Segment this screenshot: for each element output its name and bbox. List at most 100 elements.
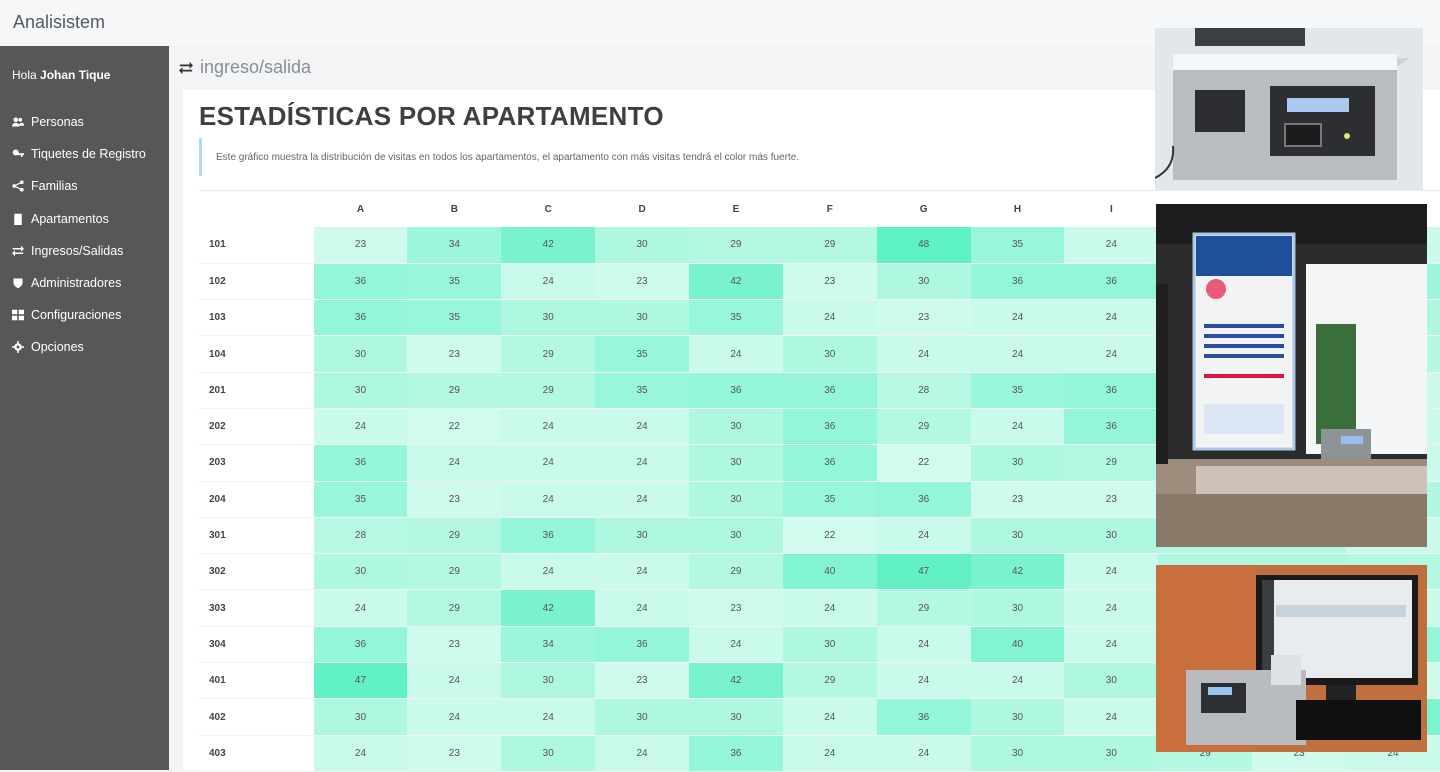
heatmap-cell: 40: [970, 626, 1065, 664]
heatmap-cell: 30: [782, 335, 877, 373]
heatmap-cell: 36: [1064, 408, 1159, 446]
heatmap-cell: 24: [595, 553, 689, 591]
sidebar: Hola Johan Tique Personas Tiquetes de Re…: [0, 46, 169, 770]
heatmap-cell: 35: [782, 481, 877, 518]
heatmap-cell: 24: [970, 299, 1065, 337]
heatmap-cell: 23: [689, 589, 783, 627]
app-title: Analisistem: [13, 12, 106, 32]
device-photo: [1155, 28, 1423, 190]
sidebar-item-administradores[interactable]: Administradores: [0, 267, 169, 299]
heatmap-cell: 24: [595, 589, 689, 627]
heatmap-cell: 30: [595, 299, 689, 337]
sidebar-item-apartamentos[interactable]: Apartamentos: [0, 203, 169, 235]
sidebar-item-ingresos-salidas[interactable]: Ingresos/Salidas: [0, 235, 169, 267]
heatmap-cell: 24: [970, 335, 1065, 373]
heatmap-row-label: 302: [199, 553, 314, 591]
heatmap-cell: 23: [1064, 481, 1159, 518]
heatmap-cell: 30: [313, 698, 408, 736]
heatmap-row-label: 204: [199, 481, 314, 518]
shield-icon: [11, 277, 25, 289]
heatmap-cell: 24: [876, 517, 971, 555]
heatmap-cell: 24: [501, 408, 596, 446]
sidebar-item-personas[interactable]: Personas: [0, 106, 169, 138]
heatmap-cell: 36: [782, 444, 877, 482]
heatmap-cell: 34: [407, 227, 502, 264]
building-icon: [11, 213, 25, 225]
gear-icon: [11, 341, 25, 354]
heatmap-column-header: G: [919, 203, 928, 215]
breadcrumb: ingreso/salida: [177, 57, 311, 78]
heatmap-cell: 24: [1064, 299, 1159, 337]
heatmap-row-label: 403: [199, 735, 314, 772]
heatmap-cell: 35: [313, 481, 408, 518]
heatmap-cell: 24: [501, 263, 596, 301]
greeting-prefix: Hola: [12, 68, 37, 82]
heatmap-cell: 24: [876, 735, 971, 772]
heatmap-row-label: 303: [199, 589, 314, 627]
heatmap-cell: 28: [876, 372, 971, 409]
heatmap-cell: 24: [876, 626, 971, 664]
heatmap-cell: 24: [313, 735, 408, 772]
sidebar-item-configuraciones[interactable]: Configuraciones: [0, 299, 169, 331]
sidebar-item-tiquetes[interactable]: Tiquetes de Registro: [0, 138, 169, 170]
heatmap-cell: 24: [782, 299, 877, 337]
sidebar-item-label: Apartamentos: [31, 211, 109, 226]
exchange-icon: [179, 61, 193, 74]
heatmap-cell: 30: [689, 444, 783, 482]
heatmap-cell: 24: [595, 444, 689, 482]
heatmap-cell: 24: [689, 335, 783, 373]
heatmap-cell: 22: [876, 444, 971, 482]
heatmap-cell: 24: [970, 408, 1065, 446]
key-icon: [11, 148, 25, 160]
heatmap-cell: 30: [970, 698, 1065, 736]
heatmap-column-header: A: [356, 203, 365, 215]
heatmap-cell: 23: [782, 263, 877, 301]
sidebar-item-opciones[interactable]: Opciones: [0, 331, 169, 363]
sidebar-item-label: Administradores: [31, 276, 122, 291]
heatmap-column-header: H: [1013, 203, 1022, 215]
heatmap-cell: 42: [970, 553, 1065, 591]
heatmap-cell: 36: [313, 299, 408, 337]
heatmap-cell: 23: [595, 263, 689, 301]
heatmap-cell: 47: [876, 553, 971, 591]
heatmap-cell: 29: [782, 662, 877, 700]
grid-icon: [11, 309, 25, 321]
heatmap-column-header: F: [826, 203, 833, 215]
heatmap-column-header: I: [1109, 203, 1113, 215]
heatmap-cell: 24: [501, 481, 596, 518]
heatmap-row-label: 402: [199, 698, 314, 736]
heatmap-cell: 22: [782, 517, 877, 555]
sidebar-item-familias[interactable]: Familias: [0, 170, 169, 202]
heatmap-cell: 35: [407, 299, 502, 337]
heatmap-cell: 24: [313, 589, 408, 627]
heatmap-cell: 36: [595, 626, 689, 664]
heatmap-cell: 24: [782, 589, 877, 627]
heatmap-cell: 36: [313, 263, 408, 301]
heatmap-column-header: B: [450, 203, 458, 215]
heatmap-cell: 30: [1064, 517, 1159, 555]
heatmap-cell: 35: [970, 372, 1065, 409]
heatmap-cell: 30: [313, 553, 408, 591]
heatmap-cell: 23: [876, 299, 971, 337]
heatmap-cell: 48: [876, 227, 971, 264]
heatmap-cell: 29: [407, 372, 502, 409]
heatmap-cell: 42: [689, 263, 783, 301]
heatmap-column-header: D: [638, 203, 646, 215]
heatmap-cell: 24: [407, 444, 502, 482]
heatmap-cell: 36: [313, 444, 408, 482]
heatmap-cell: 24: [407, 698, 502, 736]
heatmap-cell: 36: [501, 517, 596, 555]
breadcrumb-label: ingreso/salida: [200, 57, 312, 77]
heatmap-cell: 30: [595, 517, 689, 555]
heatmap-cell: 30: [1064, 662, 1159, 700]
user-name: Johan Tique: [40, 68, 111, 82]
heatmap-row-label: 102: [199, 263, 314, 301]
sidebar-item-label: Opciones: [31, 340, 84, 355]
heatmap-cell: 29: [1064, 444, 1159, 482]
kiosk-photo: [1156, 204, 1427, 547]
heatmap-cell: 24: [595, 735, 689, 772]
heatmap-cell: 24: [501, 698, 596, 736]
greeting: Hola Johan Tique: [12, 68, 110, 82]
exchange-icon: [11, 245, 25, 257]
heatmap-row-label: 201: [199, 372, 314, 409]
